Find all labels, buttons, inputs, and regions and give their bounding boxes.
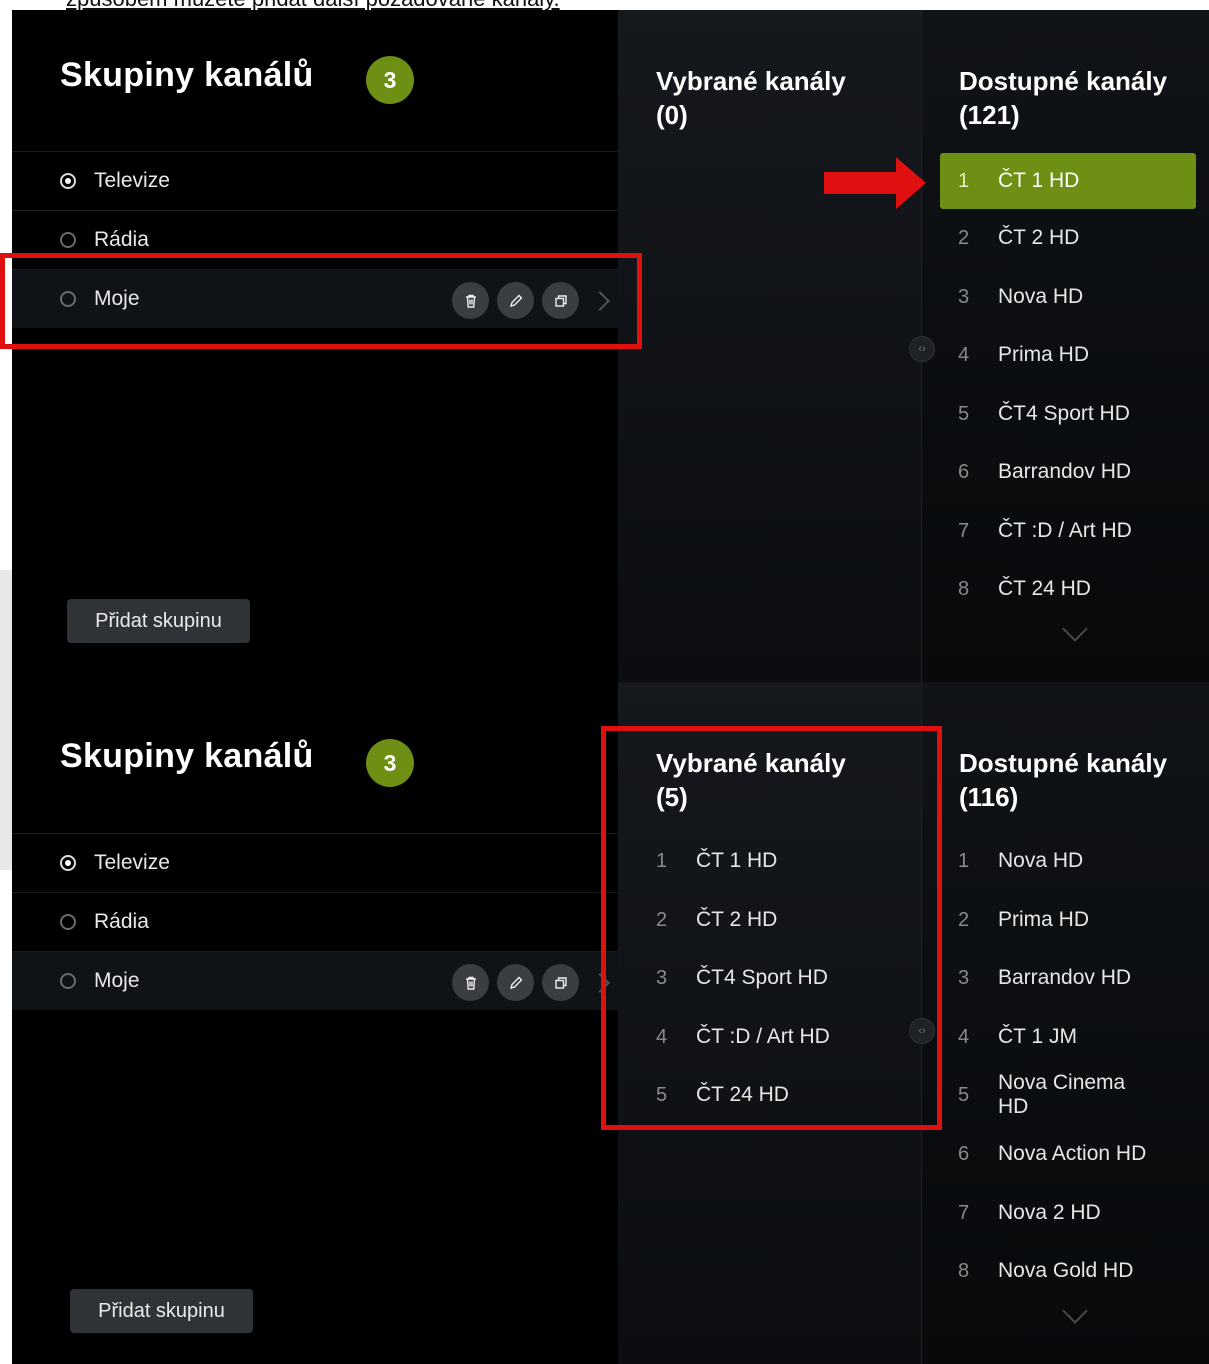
channel-number: 5 (958, 402, 970, 425)
radio-icon[interactable] (60, 914, 76, 930)
channel-name: Nova HD (998, 849, 1084, 872)
group-label: Televize (94, 851, 170, 874)
available-channels-title: Dostupné kanály (121) (959, 64, 1167, 132)
channel-number: 4 (958, 1025, 970, 1048)
channel-name: Prima HD (998, 908, 1090, 931)
page-title: Skupiny kanálů (60, 737, 314, 775)
channel-number: 7 (958, 519, 970, 542)
available-channel-row[interactable]: 6 Barrandov HD (958, 444, 1131, 500)
channel-number: 6 (958, 1142, 970, 1165)
channel-name: Nova 2 HD (998, 1201, 1101, 1224)
highlight-box-selected-channels (601, 726, 942, 1130)
channel-number: 2 (958, 226, 970, 249)
available-channel-row[interactable]: 7 Nova 2 HD (958, 1185, 1101, 1241)
group-item-moje[interactable]: Moje (12, 951, 618, 1010)
channel-number: 2 (958, 908, 970, 931)
page-title: Skupiny kanálů (60, 56, 314, 94)
channel-name: Prima HD (998, 343, 1090, 366)
channel-number: 5 (958, 1083, 970, 1106)
channel-name: ČT 1 JM (998, 1025, 1077, 1048)
available-count: (121) (959, 100, 1020, 130)
channel-name: Nova Cinema HD (998, 1071, 1126, 1118)
channel-number: 1 (958, 169, 970, 192)
channel-name: ČT 1 HD (998, 169, 1080, 192)
channel-name: Nova HD (998, 285, 1084, 308)
available-title-text: Dostupné kanály (959, 748, 1168, 778)
group-item-radia[interactable]: Rádia (12, 892, 618, 951)
available-channel-row[interactable]: 8 Nova Gold HD (958, 1243, 1133, 1299)
channel-number: 1 (958, 849, 970, 872)
red-arrow-icon (824, 157, 926, 209)
channel-number: 3 (958, 285, 970, 308)
group-label: Televize (94, 169, 170, 192)
group-count-badge: 3 (366, 56, 414, 104)
radio-icon[interactable] (60, 973, 76, 989)
channel-number: 8 (958, 577, 970, 600)
available-channel-row[interactable]: 5 Nova Cinema HD (958, 1067, 1148, 1123)
group-item-televize[interactable]: Televize (12, 833, 618, 892)
copy-icon[interactable] (542, 964, 579, 1001)
channel-name: ČT 2 HD (998, 226, 1080, 249)
group-label: Rádia (94, 910, 149, 933)
available-channels-title: Dostupné kanály (116) (959, 746, 1167, 814)
channel-name: Nova Action HD (998, 1142, 1147, 1165)
channel-name: ČT 24 HD (998, 577, 1091, 600)
available-channel-row[interactable]: 4 Prima HD (958, 327, 1089, 383)
available-channel-row[interactable]: 7 ČT :D / Art HD (958, 503, 1132, 559)
available-channel-row[interactable]: 3 Nova HD (958, 269, 1083, 325)
selected-count: (0) (656, 100, 688, 130)
group-item-televize[interactable]: Televize (12, 151, 618, 210)
channel-number: 7 (958, 1201, 970, 1224)
available-channel-row[interactable]: 1 ČT 1 HD (940, 153, 1196, 209)
available-channel-row[interactable]: 8 ČT 24 HD (958, 561, 1091, 617)
group-label: Rádia (94, 228, 149, 251)
available-channel-row[interactable]: 5 ČT4 Sport HD (958, 386, 1130, 442)
available-title-text: Dostupné kanály (959, 66, 1168, 96)
channel-number: 4 (958, 343, 970, 366)
selected-channels-title: Vybrané kanály (0) (656, 64, 846, 132)
channel-name: Barrandov HD (998, 966, 1132, 989)
radio-selected-icon[interactable] (60, 173, 76, 189)
radio-icon[interactable] (60, 232, 76, 248)
channel-number: 6 (958, 460, 970, 483)
available-channel-row[interactable]: 6 Nova Action HD (958, 1126, 1146, 1182)
available-channel-row[interactable]: 2 ČT 2 HD (958, 210, 1079, 266)
channel-name: Nova Gold HD (998, 1259, 1134, 1282)
add-group-button[interactable]: Přidat skupinu (67, 599, 250, 643)
channel-name: ČT :D / Art HD (998, 519, 1132, 542)
channel-name: Barrandov HD (998, 460, 1132, 483)
available-channel-row[interactable]: 1 Nova HD (958, 833, 1083, 889)
available-channel-row[interactable]: 3 Barrandov HD (958, 950, 1131, 1006)
available-channel-row[interactable]: 2 Prima HD (958, 892, 1089, 948)
channel-number: 8 (958, 1259, 970, 1282)
drag-handle-icon[interactable]: ‹› (909, 336, 935, 362)
available-count: (116) (959, 782, 1019, 812)
available-channel-row[interactable]: 4 ČT 1 JM (958, 1009, 1077, 1065)
trash-icon[interactable] (452, 964, 489, 1001)
add-group-button[interactable]: Přidat skupinu (70, 1289, 253, 1333)
group-label: Moje (94, 969, 140, 992)
highlight-box-group-moje (0, 253, 642, 349)
channel-name: ČT4 Sport HD (998, 402, 1130, 425)
radio-selected-icon[interactable] (60, 855, 76, 871)
channel-number: 3 (958, 966, 970, 989)
selected-title-text: Vybrané kanály (656, 66, 846, 96)
group-count-badge: 3 (366, 739, 414, 787)
pencil-icon[interactable] (497, 964, 534, 1001)
